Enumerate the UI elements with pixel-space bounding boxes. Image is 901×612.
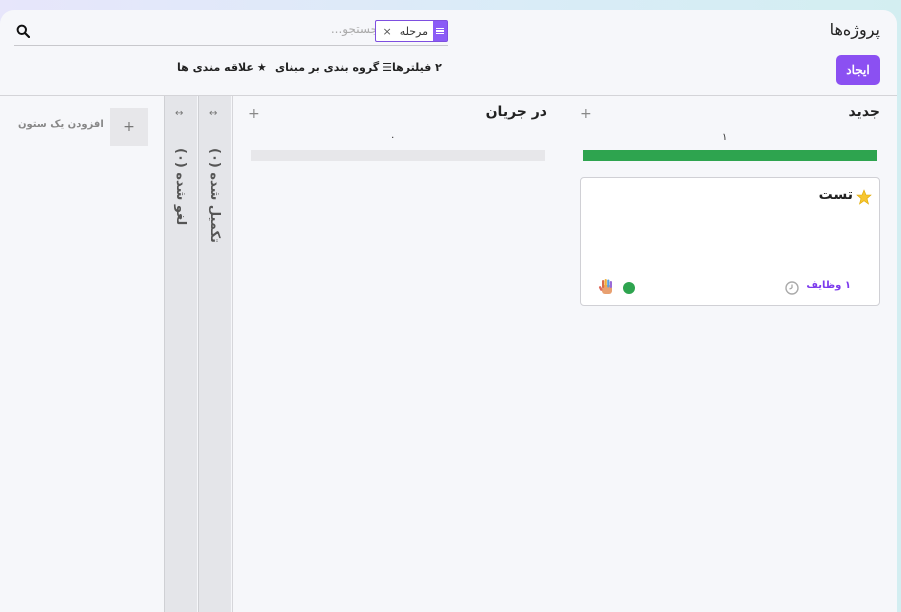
create-button[interactable]: ایجاد <box>836 55 880 85</box>
groupby-button[interactable]: ☰ گروه بندی بر مبنای <box>275 61 392 74</box>
app-window: پروژه‌ها × مرحله ایجاد ۲ فیلترها ☰ گروه … <box>0 10 897 612</box>
kanban-column-in-progress: در جریان + ۰ <box>232 96 577 612</box>
column-add-icon[interactable]: + <box>248 106 260 122</box>
column-divider <box>232 96 233 612</box>
column-title[interactable]: در جریان <box>486 104 547 120</box>
facet-list-icon <box>433 21 447 41</box>
folded-column-cancelled[interactable]: ↔ لغو شده (۰) <box>164 96 197 612</box>
column-progress-bar[interactable] <box>251 150 545 161</box>
filters-label: ۲ فیلترها <box>392 61 442 74</box>
unfold-icon[interactable]: ↔ <box>209 108 217 119</box>
column-count: ۱ <box>722 132 728 143</box>
kanban-card[interactable]: تست ۱ وظایف <box>580 177 880 306</box>
folded-column-title: لغو شده (۰) <box>173 148 188 226</box>
favorites-button[interactable]: ★ علاقه مندی ها <box>177 61 267 74</box>
facet-remove-button[interactable]: × <box>376 25 395 38</box>
add-column-label[interactable]: افزودن یک ستون <box>18 119 104 130</box>
hand-icon <box>598 279 612 294</box>
facet-label: مرحله <box>399 24 428 38</box>
kanban-column-new: جدید + ۱ <box>577 96 897 612</box>
status-indicator[interactable] <box>623 282 635 294</box>
search-bar[interactable]: × مرحله <box>14 18 448 46</box>
card-title: تست <box>818 187 853 203</box>
list-icon: ☰ <box>382 61 392 74</box>
favorites-label: علاقه مندی ها <box>177 61 254 74</box>
groupby-label: گروه بندی بر مبنای <box>275 61 380 74</box>
add-column-button[interactable]: + <box>110 108 148 146</box>
folded-column-title: تکمیل شده (۰) <box>207 148 222 243</box>
star-icon: ★ <box>256 61 267 74</box>
folded-column-done[interactable]: ↔ تکمیل شده (۰) <box>198 96 231 612</box>
kanban-board: جدید + ۱ تست ۱ وظایف در جریان + ۰ ↔ تکمی… <box>0 96 897 612</box>
clock-icon[interactable] <box>785 281 799 295</box>
column-count: ۰ <box>390 132 396 143</box>
star-icon[interactable] <box>856 189 872 205</box>
search-facet: × مرحله <box>375 20 448 42</box>
filters-button[interactable]: ۲ فیلترها <box>392 61 442 74</box>
page-title: پروژه‌ها <box>829 20 880 39</box>
column-add-icon[interactable]: + <box>580 106 592 122</box>
search-input[interactable] <box>128 22 378 36</box>
column-progress-bar[interactable] <box>583 150 877 161</box>
tasks-link[interactable]: ۱ وظایف <box>806 280 851 291</box>
column-title[interactable]: جدید <box>848 104 880 120</box>
unfold-icon[interactable]: ↔ <box>175 108 183 119</box>
search-icon[interactable] <box>16 24 30 38</box>
control-panel: پروژه‌ها × مرحله ایجاد ۲ فیلترها ☰ گروه … <box>0 10 897 96</box>
progress-fill <box>583 150 877 161</box>
